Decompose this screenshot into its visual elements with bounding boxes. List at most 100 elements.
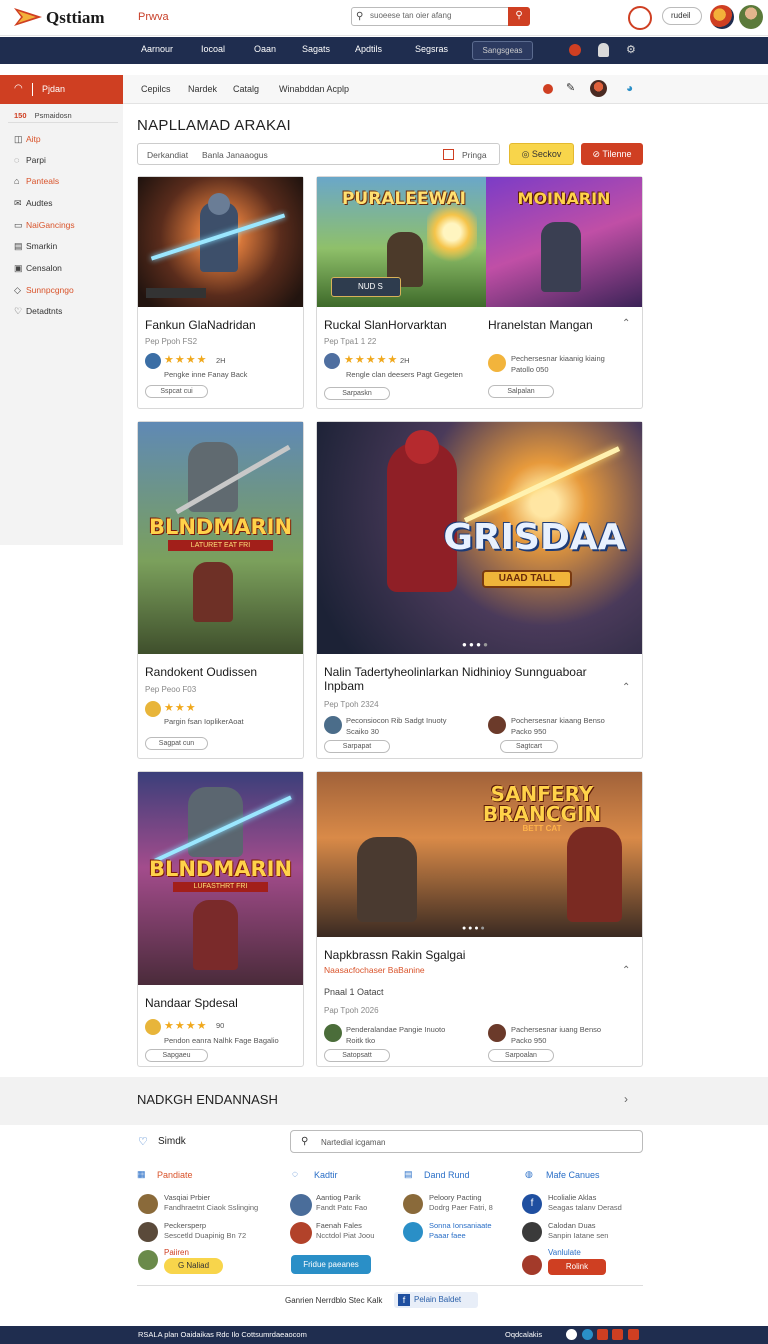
card-tag-button[interactable]: Sagtcart: [500, 740, 558, 753]
filter-checkbox[interactable]: [443, 149, 454, 160]
subbar-item[interactable]: Nardek: [188, 84, 217, 94]
column-title[interactable]: Dand Rund: [424, 1170, 470, 1180]
bell-icon[interactable]: [569, 44, 581, 56]
sidebar-item[interactable]: ⌂ Panteals: [14, 176, 59, 186]
column-title[interactable]: Mafe Canues: [546, 1170, 600, 1180]
nav-item[interactable]: Sagats: [302, 44, 330, 54]
card-title[interactable]: Hranelstan Mangan: [488, 318, 593, 332]
column-button[interactable]: Fridue paeanes: [291, 1255, 371, 1274]
sidebar-header[interactable]: ◠ Pjdan: [0, 75, 123, 104]
simdk-label[interactable]: Simdk: [158, 1136, 186, 1147]
social-icon[interactable]: [612, 1329, 623, 1340]
nav-item[interactable]: Aarnour: [141, 44, 173, 54]
row-primary[interactable]: Peckersperp: [164, 1221, 206, 1230]
game-art[interactable]: MOINARIN: [486, 177, 642, 307]
nav-pill-button[interactable]: Sangsgeas: [472, 41, 533, 60]
profile-avatar[interactable]: [590, 80, 607, 97]
art-badge: NUD S: [331, 277, 401, 297]
row-primary[interactable]: Paiiren: [164, 1248, 189, 1257]
game-art[interactable]: BLNDMARIN LATURET EAT FRI: [138, 422, 303, 654]
user-icon[interactable]: [598, 43, 609, 57]
column-button[interactable]: Rolink: [548, 1259, 606, 1275]
pin-icon[interactable]: ✎: [566, 81, 575, 94]
card-tag-button[interactable]: Sarpoalan: [488, 1049, 554, 1062]
filter-bar[interactable]: Derkandiat Banla Janaaogus Pringa: [137, 143, 500, 165]
game-art[interactable]: BLNDMARIN LUFASTHRT FRI: [138, 772, 303, 985]
search-button[interactable]: ⚲: [508, 7, 530, 26]
social-icon[interactable]: [582, 1329, 593, 1340]
game-art[interactable]: SANFERY BRANCGIN BETT CAT ● ● ● ●: [317, 772, 642, 937]
user-subline: Scaiko 30: [346, 727, 379, 736]
yellow-action-button[interactable]: ◎ Seckov: [509, 143, 574, 165]
art-subtitle: LATURET EAT FRI: [168, 540, 273, 551]
card-tag-button[interactable]: Sarpaskn: [324, 387, 390, 400]
game-art[interactable]: GRISDAA UAAD TALL ● ● ● ●: [317, 422, 642, 654]
share-button[interactable]: f Pelain Baldet: [394, 1292, 478, 1308]
card-title[interactable]: Napkbrassn Rakin Sgalgai: [324, 948, 465, 962]
row-primary[interactable]: Peloory Pacting: [429, 1193, 482, 1202]
sidebar-item[interactable]: ◫ Aitp: [14, 134, 41, 145]
chevron-up-icon[interactable]: ⌃: [622, 682, 630, 693]
person-icon[interactable]: ◕: [626, 81, 638, 95]
row-primary[interactable]: Faenah Fales: [316, 1221, 362, 1230]
card-tag-button[interactable]: Satopsatt: [324, 1049, 390, 1062]
account-button[interactable]: rudeil: [662, 7, 702, 25]
subbar-item[interactable]: Catalg: [233, 84, 259, 94]
row-primary[interactable]: Vasqiai Prbier: [164, 1193, 210, 1202]
user-avatar[interactable]: [739, 5, 763, 29]
sidebar-item[interactable]: ♡ Detadtnts: [14, 306, 62, 317]
card-title[interactable]: Nandaar Spdesal: [145, 996, 238, 1010]
notification-icon[interactable]: [628, 6, 652, 30]
social-icon[interactable]: [628, 1329, 639, 1340]
red-action-button[interactable]: ⊘ Tilenne: [581, 143, 643, 165]
nav-item[interactable]: Segsras: [415, 44, 448, 54]
row-primary[interactable]: Vanlulate: [548, 1248, 581, 1257]
chevron-up-icon[interactable]: ⌃: [622, 318, 630, 329]
nav-item[interactable]: Iocoal: [201, 44, 225, 54]
social-icon[interactable]: [566, 1329, 577, 1340]
card-tag-button[interactable]: Sagpat cun: [145, 737, 208, 750]
sidebar-item[interactable]: ◇ Sunnpcgngo: [14, 285, 74, 296]
nav-item[interactable]: Oaan: [254, 44, 276, 54]
filter-value: Banla Janaaogus: [202, 150, 268, 160]
card-title[interactable]: Ruckal SlanHorvarktan: [324, 318, 447, 332]
footer-search-input[interactable]: ⚲ Nartedial icgaman: [290, 1130, 643, 1153]
logo-icon[interactable]: [12, 6, 44, 28]
game-art[interactable]: [138, 177, 303, 307]
subbar-item[interactable]: Winabddan Acplp: [279, 84, 349, 94]
row-primary[interactable]: Sonna Ionsaniaate: [429, 1221, 492, 1230]
card-subtitle[interactable]: Naasacfochaser BaBanine: [324, 965, 425, 975]
heart-icon[interactable]: ♡: [138, 1135, 148, 1148]
card-tag-button[interactable]: Sarpapat: [324, 740, 390, 753]
nav-item[interactable]: Apdtils: [355, 44, 382, 54]
card-tag-button[interactable]: Sspcat cui: [145, 385, 208, 398]
social-icon[interactable]: [597, 1329, 608, 1340]
card-title[interactable]: Randokent Oudissen: [145, 665, 257, 679]
row-primary[interactable]: Calodan Duas: [548, 1221, 596, 1230]
filter-sort[interactable]: Pringa: [462, 150, 487, 160]
card-title[interactable]: Nalin Tadertyheolinlarkan Nidhinioy Sunn…: [324, 665, 614, 693]
sidebar-item[interactable]: ▤ Smarkin: [14, 241, 57, 252]
facebook-icon[interactable]: f: [522, 1194, 542, 1214]
chevron-right-icon[interactable]: ›: [624, 1092, 628, 1106]
logo-text[interactable]: Qsttiam: [46, 8, 105, 28]
sidebar-item[interactable]: ✉ Audtes: [14, 198, 52, 209]
sidebar-item[interactable]: ▭ NaiGancings: [14, 220, 75, 231]
row-primary[interactable]: Aantiog Parik: [316, 1193, 361, 1202]
game-art[interactable]: PURALEEWAI NUD S: [317, 177, 486, 307]
row-primary[interactable]: Hcolialie Aklas: [548, 1193, 596, 1202]
subbar-item[interactable]: Cepilcs: [141, 84, 171, 94]
sidebar-item[interactable]: ◌ Parpi: [14, 155, 46, 165]
apps-icon[interactable]: ⚙: [626, 43, 640, 57]
column-title[interactable]: Pandiate: [157, 1170, 193, 1180]
card-tag-button[interactable]: Sapgaeu: [145, 1049, 208, 1062]
column-title[interactable]: Kadtir: [314, 1170, 338, 1180]
flag-avatar[interactable]: [710, 5, 734, 29]
card-title[interactable]: Fankun GlaNadridan: [145, 318, 256, 332]
top-search-input[interactable]: ⚲ suoeese tan oier afang ⚲: [351, 7, 530, 26]
column-button[interactable]: G Naliad: [164, 1258, 223, 1274]
alert-icon[interactable]: [543, 84, 553, 94]
sidebar-item[interactable]: ▣ Censalon: [14, 263, 62, 274]
card-tag-button[interactable]: Salpalan: [488, 385, 554, 398]
chevron-up-icon[interactable]: ⌃: [622, 965, 630, 976]
